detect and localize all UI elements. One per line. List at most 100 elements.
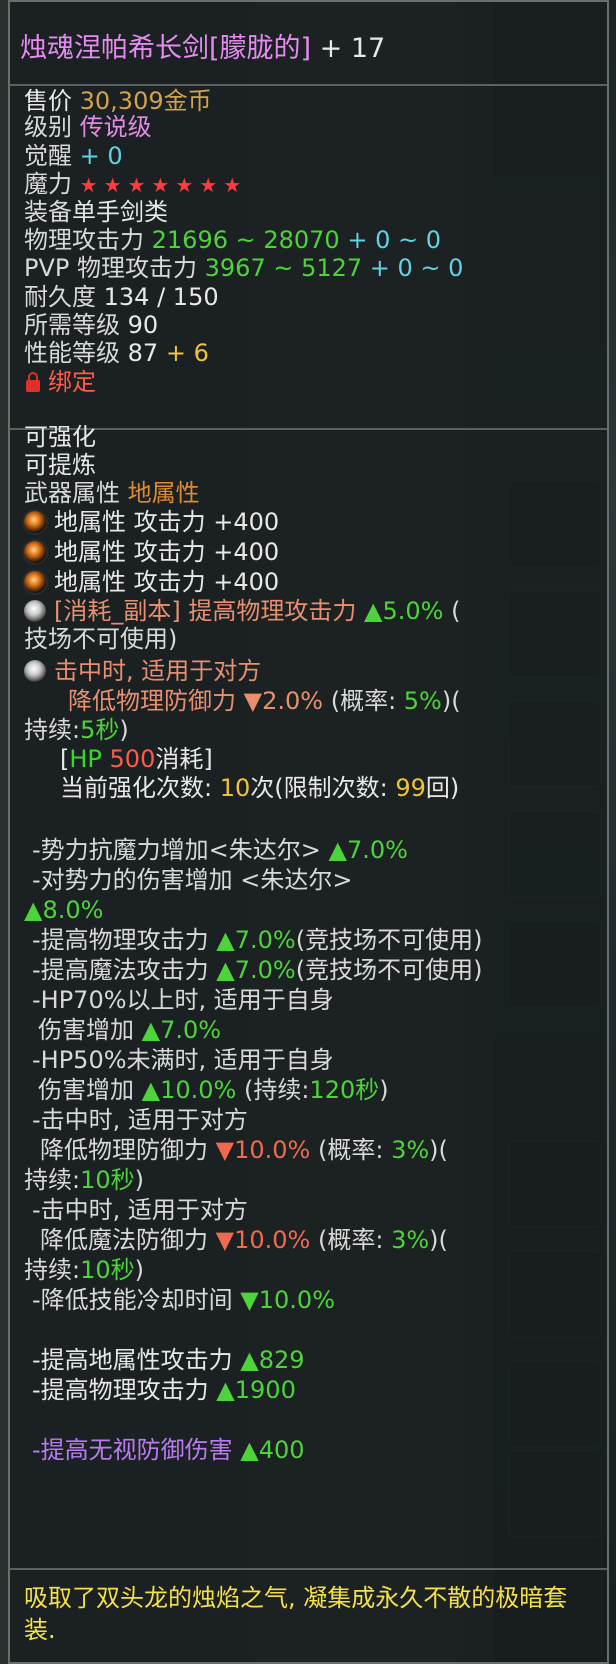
awaken-label: 觉醒 (24, 142, 72, 170)
set-effect-value: ▲8.0% (24, 896, 104, 924)
durability-value: 134 / 150 (103, 283, 219, 311)
item-description: 吸取了双头龙的烛焰之气, 凝集成永久不散的极暗套装. (10, 1570, 607, 1662)
perf-level-value: 87 (127, 339, 159, 367)
paren: ) (119, 716, 129, 744)
paren: ) (134, 1256, 145, 1284)
phys-atk-label: 物理攻击力 (24, 226, 144, 254)
set-effect-value: ▲400 (240, 1436, 305, 1464)
set-effect-value: ▲7.0% (216, 956, 296, 984)
weapon-attr-value: 地属性 (127, 479, 200, 507)
duration-label: 持续: (24, 716, 81, 744)
chance-value: 3% (391, 1226, 430, 1254)
description-text: 吸取了双头龙的烛焰之气, 凝集成永久不散的极暗套装. (24, 1584, 568, 1644)
enhance-limit-value: 99 (395, 774, 426, 802)
duration-row: 持续:5秒) (24, 715, 129, 745)
white-orb-icon (24, 600, 46, 622)
magic-row: 魔力 ★★★★★★★ (24, 169, 247, 200)
req-level-value: 90 (127, 311, 159, 339)
set-effect-row: -势力抗魔力增加<朱达尔> ▲7.0% (32, 835, 408, 865)
hp-cost-row: [HP 500消耗] (60, 744, 213, 774)
phys-atk-row: 物理攻击力 21696 ~ 28070 + 0 ~ 0 (24, 225, 441, 255)
price-label: 售价 (24, 87, 72, 115)
set-effect-row: 伤害增加 ▲7.0% (38, 1015, 221, 1045)
grade-row: 级别 传说级 (24, 112, 152, 142)
bind-label: 绑定 (48, 368, 96, 396)
set-effect-row: 伤害增加 ▲10.0% (持续:120秒) (38, 1075, 389, 1105)
bracket: [ (60, 745, 70, 773)
set-effect-value: ▲1900 (216, 1376, 296, 1404)
set-effect-row: -对势力的伤害增加 <朱达尔> (32, 866, 353, 894)
consumable-value: ▲5.0% (363, 597, 444, 625)
enhanceable-text: 可强化 (24, 423, 96, 451)
enhance-count-value: 10 (219, 774, 251, 802)
consumable-text: [消耗_副本] 提高物理攻击力 (54, 597, 364, 625)
perf-level-bonus: + 6 (165, 339, 209, 367)
awaken-row: 觉醒 + 0 (24, 141, 123, 171)
hp-cost-value: 500 (109, 745, 156, 773)
earth-atk-row: 地属性 攻击力 +400 (24, 507, 279, 537)
duration-value: 5秒 (80, 716, 120, 744)
magic-stars: ★★★★★★★ (79, 173, 248, 197)
set-effect-row: 持续:10秒) (24, 1165, 144, 1195)
earth-atk-text: 地属性 攻击力 +400 (54, 508, 280, 536)
set-effect-row: -HP50%未满时, 适用于自身 (32, 1046, 334, 1074)
set-effect-note: (竞技场不可使用) (295, 926, 483, 954)
chance-label: (概率: (310, 1136, 392, 1164)
enhance-limit-unit: 回) (425, 774, 460, 802)
set-effect-text: 伤害增加 (38, 1016, 142, 1044)
hp-label: HP (69, 745, 110, 773)
pvp-atk-row: PVP 物理攻击力 3967 ~ 5127 + 0 ~ 0 (24, 253, 463, 283)
durability-label: 耐久度 (24, 283, 96, 311)
set-effect-value: ▼10.0% (215, 1136, 311, 1164)
set-effect-value: ▲7.0% (141, 1016, 222, 1044)
enhance-count-label: 当前强化次数: (60, 774, 220, 802)
paren: ) (134, 1166, 145, 1194)
grade-value: 传说级 (79, 113, 152, 141)
pvp-atk-value: 3967 ~ 5127 (204, 254, 363, 282)
set-effect-row: -提高魔法攻击力 ▲7.0%(竞技场不可使用) (32, 955, 482, 985)
weapon-attr-label: 武器属性 (24, 479, 128, 507)
duration-value: 120秒 (309, 1076, 380, 1104)
set-effect-row: -提高物理攻击力 ▲1900 (32, 1375, 296, 1405)
set-effect-row: -提高物理攻击力 ▲7.0%(竞技场不可使用) (32, 925, 482, 955)
set-effect-row: 降低物理防御力 ▼10.0% (概率: 3%)( (40, 1135, 448, 1165)
pvp-atk-label: PVP 物理攻击力 (24, 254, 197, 282)
set-effect-value: ▲10.0% (141, 1076, 237, 1104)
hp-cost-label: 消耗] (155, 745, 213, 773)
on-hit-row: 击中时, 适用于对方 (24, 656, 261, 686)
set-effect-text: -提高地属性攻击力 (32, 1346, 241, 1374)
consumable-note: 技场不可使用) (24, 625, 178, 653)
enhance-limit-label: 次(限制次数: (250, 774, 396, 802)
equip-value: 单手剑类 (72, 198, 168, 226)
set-effect-note: (竞技场不可使用) (295, 956, 483, 984)
basic-stats: 售价 30,309金币 级别 传说级 觉醒 + 0 魔力 ★★★★★★★ 装备单… (10, 86, 607, 430)
phys-atk-value: 21696 ~ 28070 (151, 226, 340, 254)
phys-def-down-text: 降低物理防御力 ▼2.0% (68, 687, 324, 715)
weapon-attr-row: 武器属性 地属性 (24, 478, 200, 508)
grade-label: 级别 (24, 113, 72, 141)
req-level-row: 所需等级 90 (24, 310, 158, 340)
enhance-count-row: 当前强化次数: 10次(限制次数: 99回) (60, 773, 459, 803)
equip-label: 装备 (24, 198, 72, 226)
set-effect-text: 降低物理防御力 (40, 1136, 216, 1164)
set-effect-text: -提高无视防御伤害 (32, 1436, 241, 1464)
earth-orb-icon (24, 511, 46, 533)
item-name: 烛魂涅帕希长剑[朦胧的] (20, 33, 312, 64)
set-effect-text: -降低技能冷却时间 (32, 1286, 241, 1314)
set-effect-row: 降低魔法防御力 ▼10.0% (概率: 3%)( (40, 1225, 448, 1255)
set-effect-row: -HP70%以上时, 适用于自身 (32, 986, 334, 1014)
duration-label: (持续: (236, 1076, 310, 1104)
on-hit-text: 击中时, 适用于对方 (54, 657, 262, 685)
lock-icon (26, 372, 40, 392)
paren: )( (429, 1226, 448, 1254)
price-value: 30,309金币 (79, 87, 212, 115)
paren: )( (429, 1136, 448, 1164)
set-effect-row: -击中时, 适用于对方 (32, 1106, 248, 1134)
set-effect-value: ▲7.0% (216, 926, 296, 954)
tooltip-header: 烛魂涅帕希长剑[朦胧的] + 17 (10, 2, 607, 86)
duration-label: 持续: (24, 1256, 81, 1284)
durability-row: 耐久度 134 / 150 (24, 282, 219, 312)
earth-atk-text: 地属性 攻击力 +400 (54, 538, 280, 566)
magic-label: 魔力 (24, 170, 72, 198)
awaken-value: + 0 (79, 142, 123, 170)
